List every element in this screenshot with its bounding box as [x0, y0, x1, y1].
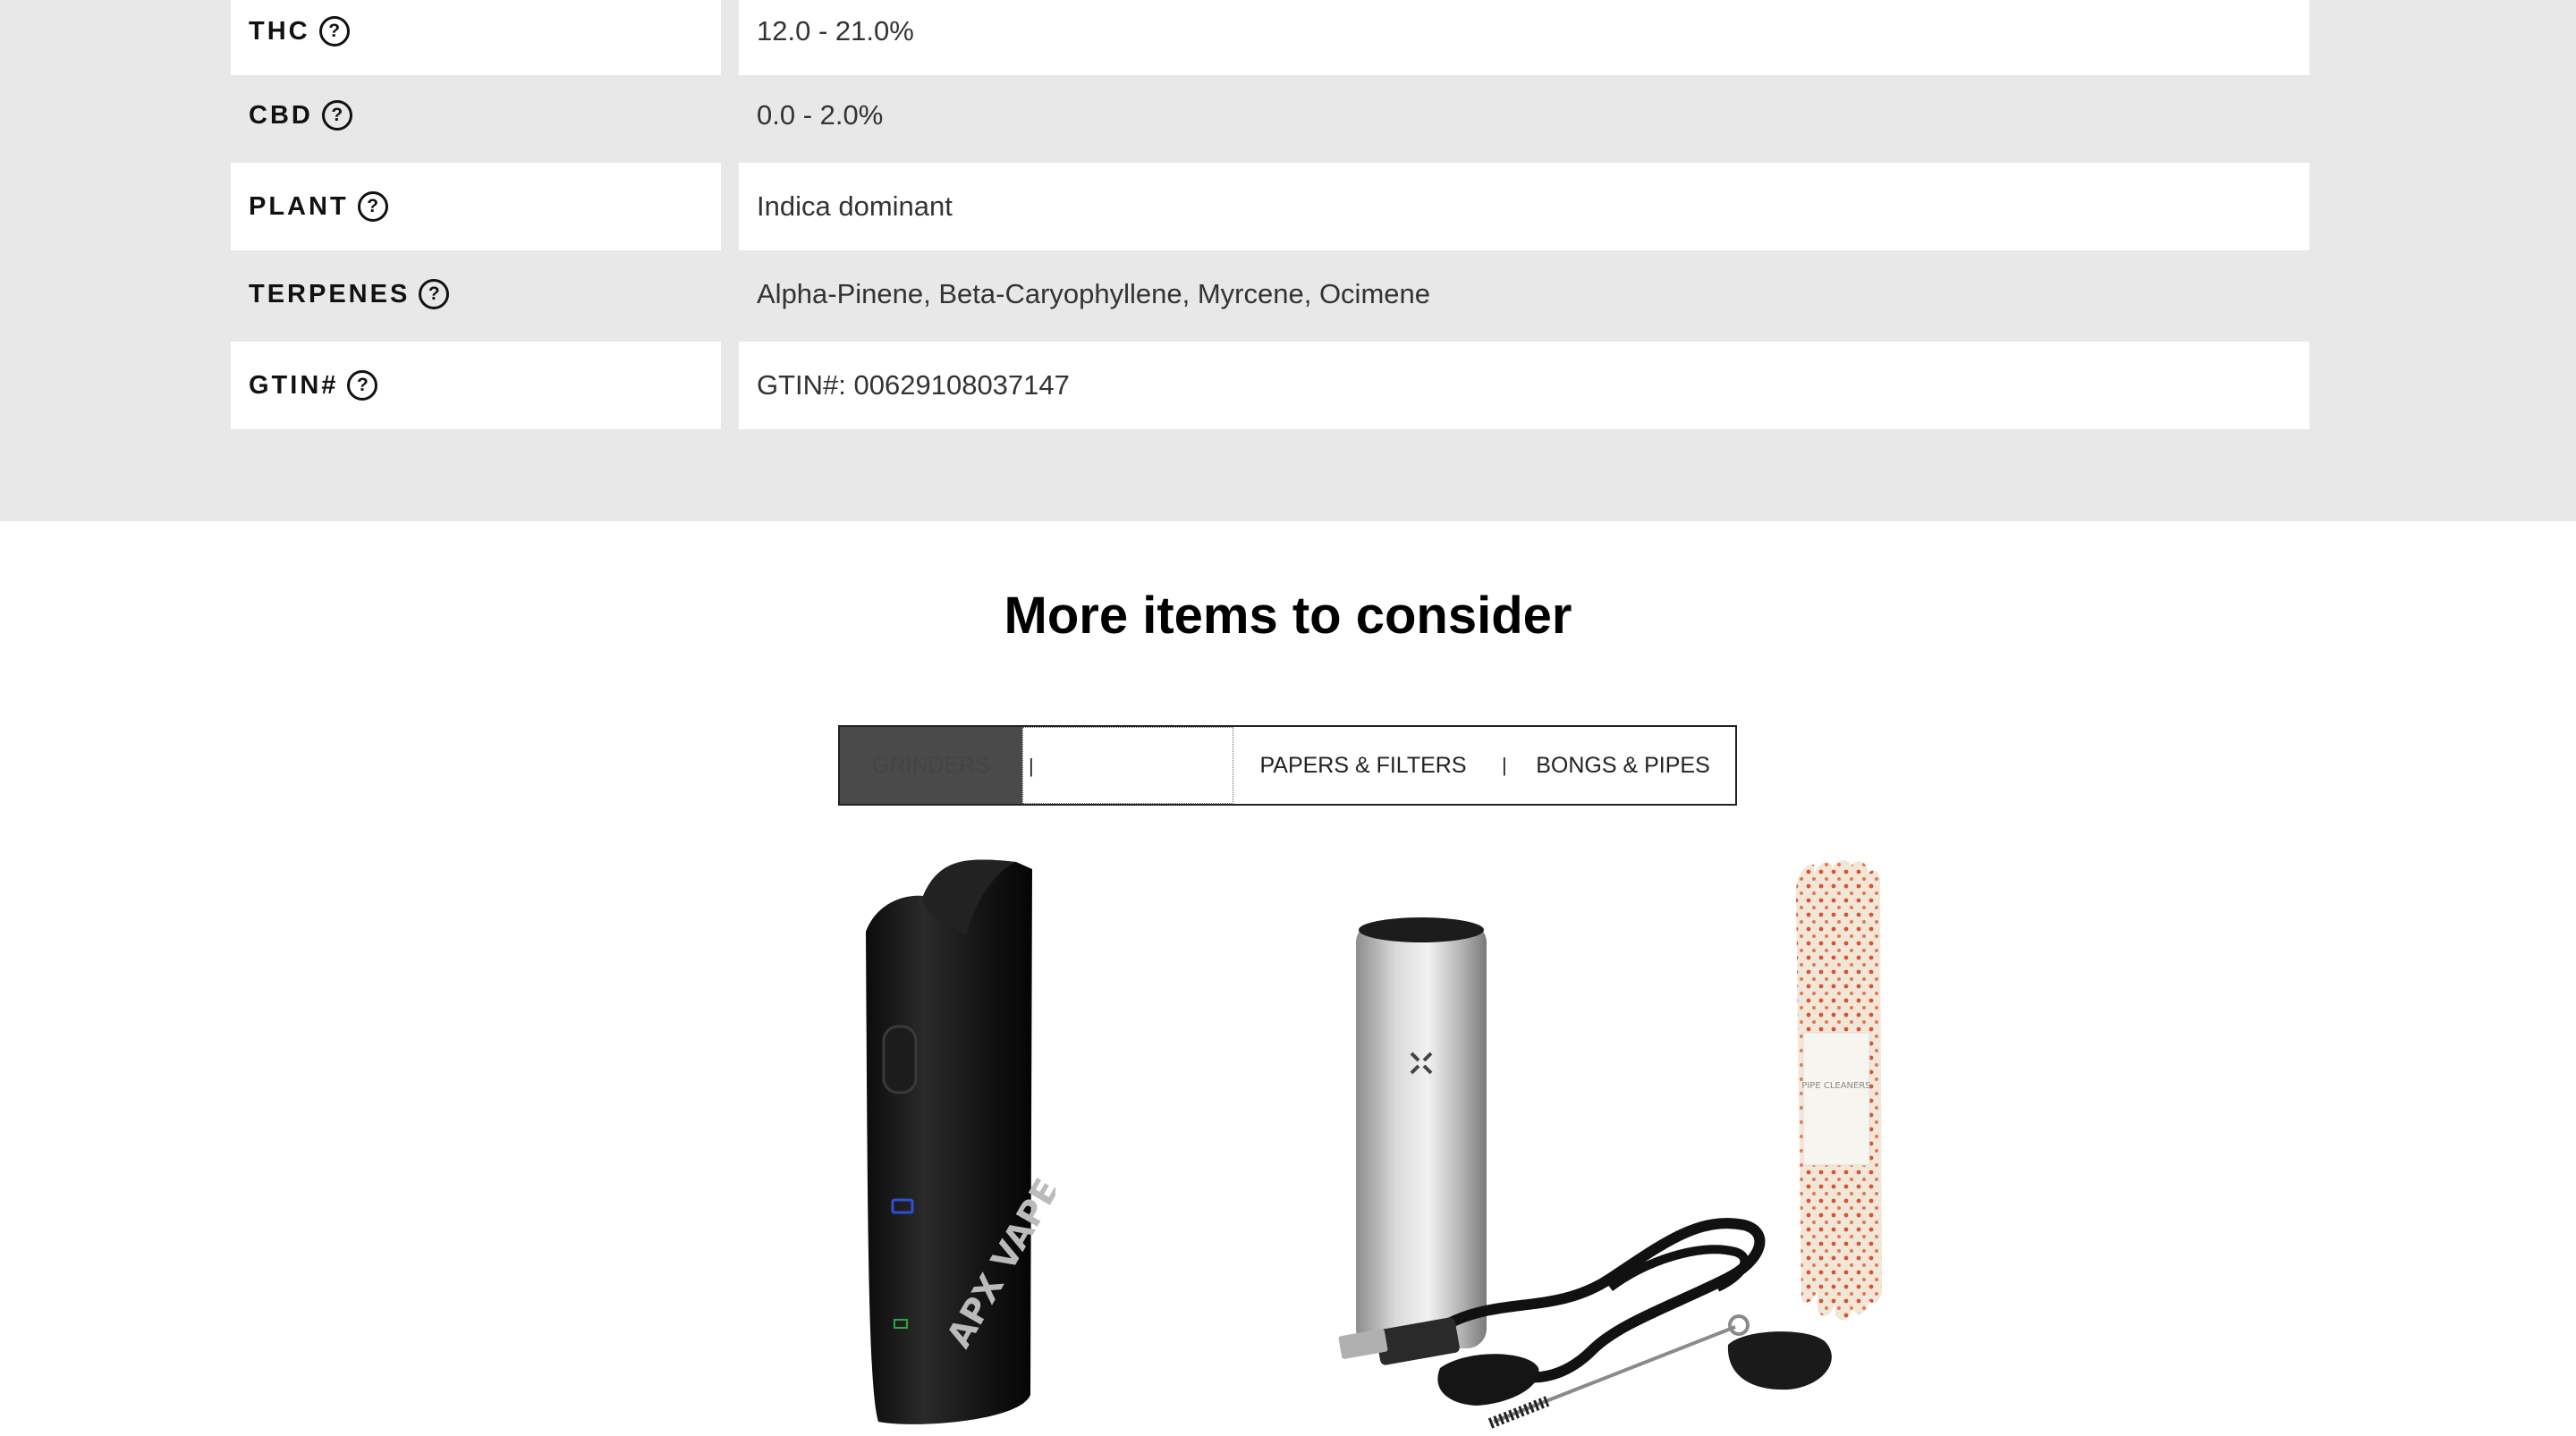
tab-papers-filters[interactable]: PAPERS & FILTERS	[1233, 727, 1493, 804]
help-icon[interactable]: ?	[357, 191, 388, 222]
tab-separator: |	[1502, 754, 1507, 776]
help-icon[interactable]: ?	[419, 279, 450, 309]
product-image-black-vaporizer[interactable]: APX VAPE	[841, 849, 1055, 1436]
spec-row-plant: PLANT? Indica dominant	[0, 163, 2576, 250]
section-title: More items to consider	[1004, 587, 1572, 645]
help-icon[interactable]: ?	[318, 16, 350, 46]
product-specs-table: THC? 12.0 - 21.0% CBD? 0.0 - 2.0% PLANT?…	[0, 0, 2576, 521]
spec-row-thc: THC? 12.0 - 21.0%	[0, 0, 2576, 75]
spec-label: GTIN#	[249, 370, 339, 400]
spec-value: 12.0 - 21.0%	[739, 0, 2309, 75]
product-image-pipe-cleaners[interactable]: PIPE CLEANERS	[1780, 854, 1896, 1341]
package-text: PIPE CLEANERS	[1801, 1081, 1870, 1091]
tab-empty-focused[interactable]: |	[1022, 727, 1233, 804]
spec-row-terpenes: TERPENES? Alpha-Pinene, Beta-Caryophylle…	[0, 250, 2576, 338]
spec-value: GTIN#: 00629108037147	[739, 342, 2309, 429]
category-tabs: GRINDERS | PAPERS & FILTERS | BONGS & PI…	[838, 725, 1737, 806]
tab-separator: |	[1029, 755, 1034, 777]
spec-label: TERPENES	[249, 279, 411, 308]
spec-value: 0.0 - 2.0%	[757, 99, 884, 131]
spec-row-cbd: CBD? 0.0 - 2.0%	[0, 72, 2576, 159]
tab-bongs-pipes[interactable]: BONGS & PIPES	[1511, 727, 1735, 804]
spec-value: Alpha-Pinene, Beta-Caryophyllene, Myrcen…	[757, 278, 1430, 309]
help-icon[interactable]: ?	[347, 370, 378, 401]
help-icon[interactable]: ?	[321, 100, 352, 131]
spec-label: CBD	[249, 100, 313, 130]
spec-row-gtin: GTIN#? GTIN#: 00629108037147	[0, 342, 2576, 429]
tab-grinders[interactable]: GRINDERS	[840, 727, 1022, 804]
spec-value: Indica dominant	[739, 163, 2309, 250]
spec-label: THC	[249, 16, 310, 46]
spec-label: PLANT	[249, 191, 349, 221]
